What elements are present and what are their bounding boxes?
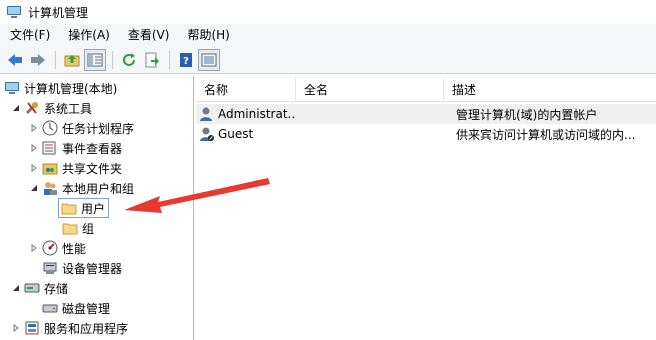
tree-item-disk-management[interactable]: 磁盘管理 xyxy=(42,298,110,318)
shared-folder-icon xyxy=(42,160,58,176)
tree-item-label: 设备管理器 xyxy=(62,261,123,276)
details-pane: 名称 全名 描述 Administrat... 管理计算机(域)的内置帐户 Gu… xyxy=(196,76,656,340)
tree-item-label: 共享文件夹 xyxy=(62,161,123,176)
event-viewer-icon xyxy=(42,140,58,156)
column-header-name[interactable]: 名称 xyxy=(196,78,296,102)
up-folder-button[interactable] xyxy=(61,49,83,71)
toolbar-separator xyxy=(169,50,170,69)
tree-item-local-users-groups[interactable]: 本地用户和组 xyxy=(28,178,134,198)
expand-triangle-icon[interactable] xyxy=(28,242,40,254)
show-hide-tree-icon xyxy=(87,53,103,66)
menu-file[interactable]: 文件(F) xyxy=(0,24,58,46)
up-folder-icon xyxy=(64,54,80,66)
collapse-triangle-icon[interactable] xyxy=(28,182,40,194)
tree-item-label: 用户 xyxy=(81,201,106,216)
collapse-triangle-icon[interactable] xyxy=(10,282,22,294)
computer-icon xyxy=(4,80,20,96)
cell-description: 管理计算机(域)的内置帐户 xyxy=(456,107,598,122)
svg-text:?: ? xyxy=(183,56,189,67)
column-header-fullname[interactable]: 全名 xyxy=(296,78,444,102)
storage-icon xyxy=(24,280,40,296)
collapse-triangle-icon[interactable] xyxy=(10,102,22,114)
performance-icon xyxy=(42,240,58,256)
tree-item-label: 系统工具 xyxy=(44,101,93,116)
computer-management-icon xyxy=(7,6,21,18)
menu-view[interactable]: 查看(V) xyxy=(118,24,178,46)
tree-item-label: 磁盘管理 xyxy=(62,301,111,316)
expand-triangle-icon[interactable] xyxy=(28,122,40,134)
tree-item-label: 组 xyxy=(82,221,95,236)
export-icon xyxy=(145,52,159,67)
tree-item-label: 任务计划程序 xyxy=(62,121,135,136)
properties-icon xyxy=(201,53,217,66)
tree-item-storage[interactable]: 存储 xyxy=(10,278,68,298)
tree-item-device-manager[interactable]: 设备管理器 xyxy=(42,258,122,278)
expand-triangle-icon[interactable] xyxy=(10,322,22,334)
expand-triangle-icon[interactable] xyxy=(28,142,40,154)
forward-button[interactable] xyxy=(27,49,49,71)
tree-item-label: 性能 xyxy=(62,241,87,256)
console-tree: 计算机管理(本地) 系统工具 任务计划程序 事件查看器 共享文件夹 本地用户和组… xyxy=(0,76,194,340)
clock-icon xyxy=(42,120,58,136)
cell-description: 供来宾访问计算机或访问域的内... xyxy=(456,127,636,142)
toolbar-separator xyxy=(112,50,113,69)
menu-help[interactable]: 帮助(H) xyxy=(177,24,237,46)
disk-icon xyxy=(42,300,58,316)
folder-icon xyxy=(61,200,77,216)
forward-icon xyxy=(31,53,45,66)
tree-item-label: 事件查看器 xyxy=(62,141,123,156)
tree-item-label: 本地用户和组 xyxy=(62,181,135,196)
export-button[interactable] xyxy=(141,49,163,71)
expand-triangle-icon[interactable] xyxy=(28,162,40,174)
tree-item-task-scheduler[interactable]: 任务计划程序 xyxy=(28,118,134,138)
list-item-administrator[interactable]: Administrat... 管理计算机(域)的内置帐户 xyxy=(196,104,656,124)
guest-icon xyxy=(196,126,218,142)
list-item-guest[interactable]: Guest 供来宾访问计算机或访问域的内... xyxy=(196,124,656,144)
tree-item-system-tools[interactable]: 系统工具 xyxy=(10,98,92,118)
properties-button[interactable] xyxy=(198,48,220,71)
cell-name: Guest xyxy=(218,127,254,141)
tree-item-label: 服务和应用程序 xyxy=(44,321,129,336)
tree-item-event-viewer[interactable]: 事件查看器 xyxy=(28,138,122,158)
column-header-description[interactable]: 描述 xyxy=(444,78,656,102)
back-button[interactable] xyxy=(4,49,26,71)
tree-item-root[interactable]: 计算机管理(本地) xyxy=(4,78,117,98)
tree-item-users-selection: 用户 xyxy=(58,198,110,218)
services-icon xyxy=(24,320,40,336)
tree-item-label: 计算机管理(本地) xyxy=(24,81,118,96)
tree-item-services-apps[interactable]: 服务和应用程序 xyxy=(10,318,128,338)
help-button[interactable]: ? xyxy=(175,49,197,71)
menu-action[interactable]: 操作(A) xyxy=(58,24,118,46)
help-icon: ? xyxy=(180,52,192,67)
user-icon xyxy=(196,106,218,122)
device-manager-icon xyxy=(42,260,58,276)
tools-icon xyxy=(24,100,40,116)
refresh-button[interactable] xyxy=(118,49,140,71)
tree-item-shared-folders[interactable]: 共享文件夹 xyxy=(28,158,122,178)
folder-icon xyxy=(62,220,78,236)
menu-bar: 文件(F) 操作(A) 查看(V) 帮助(H) xyxy=(0,24,656,46)
list-header: 名称 全名 描述 xyxy=(196,78,656,102)
users-group-icon xyxy=(42,180,58,196)
show-hide-tree-button[interactable] xyxy=(84,48,106,71)
tree-item-groups[interactable]: 组 xyxy=(62,218,94,238)
title-bar: 计算机管理 xyxy=(0,0,656,24)
tree-item-users[interactable]: 用户 xyxy=(58,198,110,218)
window-title: 计算机管理 xyxy=(28,5,89,20)
cell-name: Administrat... xyxy=(218,107,296,121)
refresh-icon xyxy=(123,52,135,66)
toolbar: ? xyxy=(0,46,656,74)
toolbar-separator xyxy=(55,50,56,69)
tree-item-label: 存储 xyxy=(44,281,69,296)
back-icon xyxy=(8,53,22,66)
tree-item-performance[interactable]: 性能 xyxy=(28,238,86,258)
